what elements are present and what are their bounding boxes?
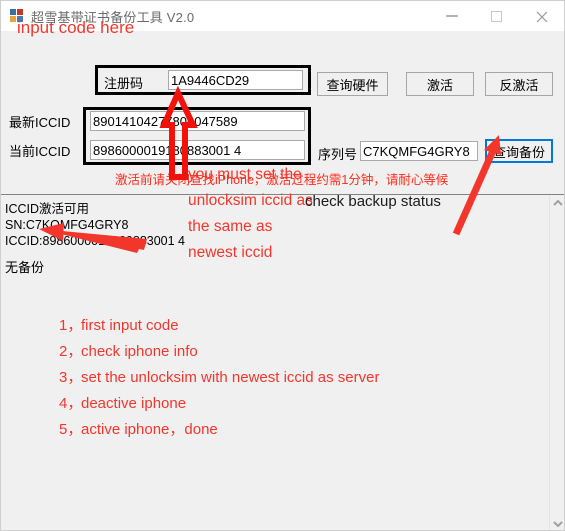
activation-warning-text: 激活前请关闭查找iPhone，激活过程约需1分钟，请耐心等候: [115, 173, 449, 187]
regcode-input[interactable]: [168, 70, 303, 90]
minimize-icon: [446, 15, 458, 17]
query-backup-button[interactable]: 查询备份: [485, 139, 553, 163]
log-scrollbar[interactable]: [549, 195, 564, 530]
activate-button[interactable]: 激活: [406, 72, 474, 96]
newest-iccid-input[interactable]: [90, 111, 305, 131]
close-icon: [536, 11, 548, 23]
current-iccid-label: 当前ICCID: [9, 144, 71, 159]
newest-iccid-label: 最新ICCID: [9, 115, 71, 130]
deactivate-button[interactable]: 反激活: [485, 72, 553, 96]
application-window: 超雪基带证书备份工具 V2.0 注册码 查询硬件 激活 反激活 最: [0, 0, 565, 531]
maximize-button[interactable]: [476, 1, 521, 31]
log-output-area[interactable]: ICCID激活可用 SN:C7KQMFG4GRY8 ICCID:89860000…: [1, 194, 564, 530]
current-iccid-input[interactable]: [90, 140, 305, 160]
backup-status-text: 无备份: [5, 260, 45, 275]
maximize-icon: [491, 11, 502, 22]
log-text: ICCID激活可用 SN:C7KQMFG4GRY8 ICCID:89860000…: [5, 202, 186, 248]
title-bar: 超雪基带证书备份工具 V2.0: [1, 1, 564, 31]
minimize-button[interactable]: [431, 1, 476, 31]
app-icon: [10, 9, 24, 23]
query-hardware-button[interactable]: 查询硬件: [317, 72, 388, 96]
serial-number-input[interactable]: [360, 141, 478, 161]
close-button[interactable]: [521, 1, 564, 31]
window-title: 超雪基带证书备份工具 V2.0: [31, 10, 195, 25]
serial-number-label: 序列号: [318, 147, 358, 162]
regcode-label: 注册码: [104, 76, 144, 91]
scroll-down-icon[interactable]: [550, 515, 564, 530]
client-area: 注册码 查询硬件 激活 反激活 最新ICCID 当前ICCID 序列号 查询备份…: [1, 31, 564, 530]
scroll-up-icon[interactable]: [550, 195, 564, 212]
